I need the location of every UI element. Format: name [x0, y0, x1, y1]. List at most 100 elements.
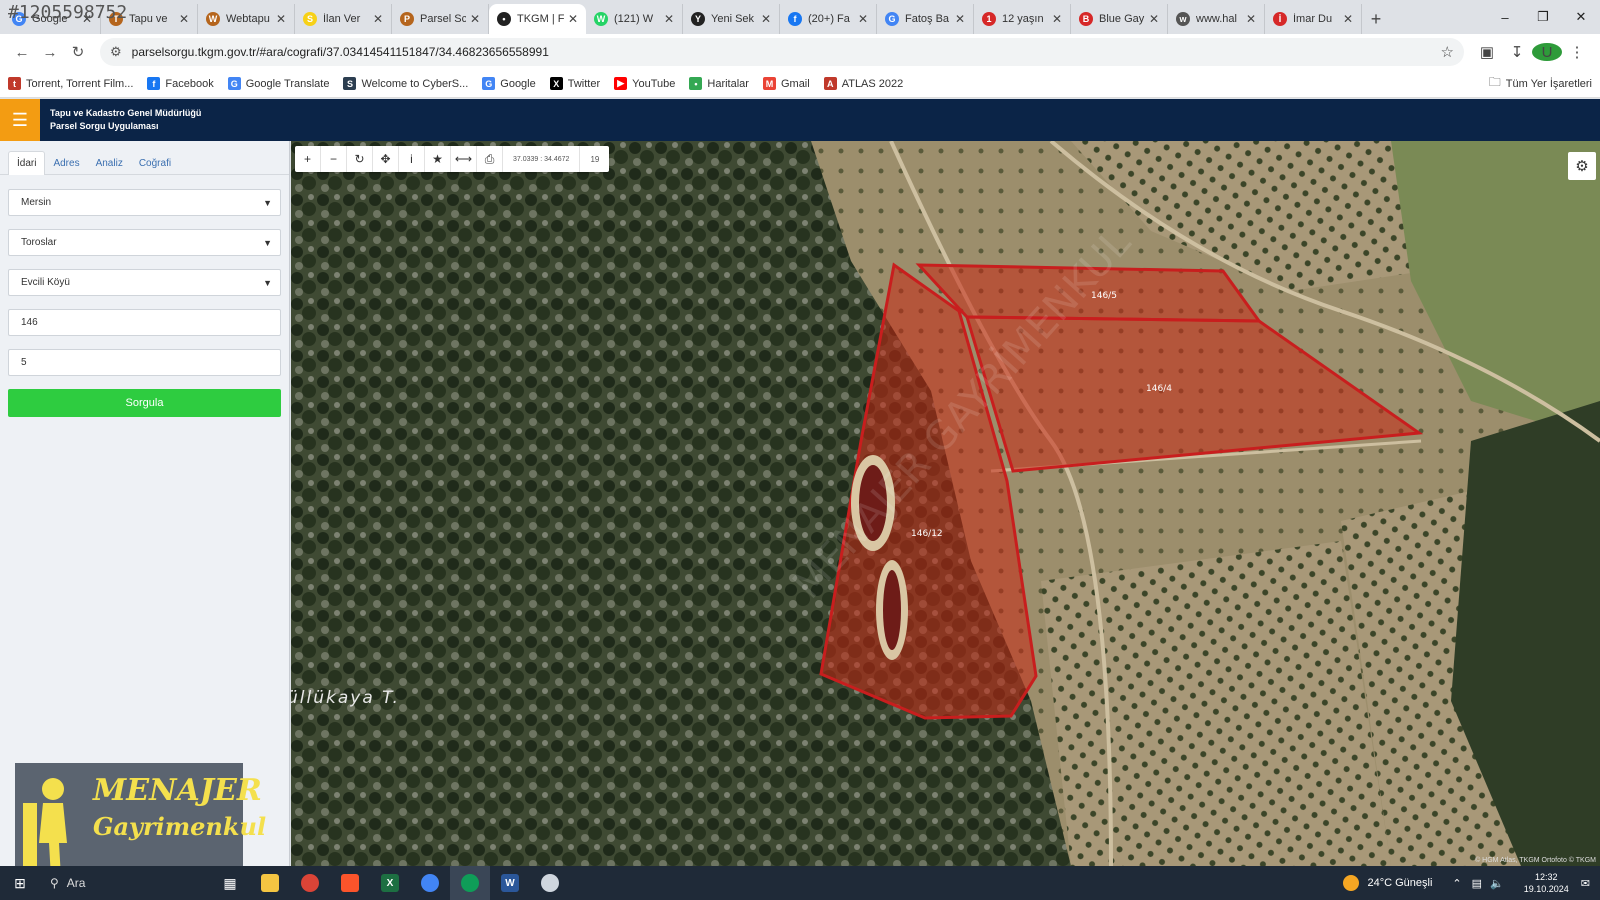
back-icon[interactable]: ← — [8, 38, 36, 66]
print-icon[interactable]: ⎙ — [477, 146, 503, 172]
browser-tab[interactable]: W (121) W ✕ — [586, 4, 683, 34]
zoom-in-icon[interactable]: + — [295, 146, 321, 172]
url-input[interactable]: ⚙ parselsorgu.tkgm.gov.tr/#ara/cografi/3… — [100, 38, 1464, 66]
weather-widget[interactable]: 24°C Güneşli — [1343, 875, 1432, 891]
close-tab-icon[interactable]: ✕ — [858, 12, 868, 26]
clock[interactable]: 12:32 19.10.2024 — [1524, 871, 1569, 895]
chevron-down-icon: ▼ — [263, 237, 272, 248]
browser-tab[interactable]: Y Yeni Sek ✕ — [683, 4, 780, 34]
taskbar-search[interactable]: ⚲ Ara — [40, 866, 210, 900]
map-toolbar: + − ↻ ✥ i ★ ⟷ ⎙ 37.0339 : 34.4672 19 — [295, 146, 610, 172]
ilce-select[interactable]: Toroslar ▼ — [8, 229, 281, 256]
bookmark-label: YouTube — [632, 77, 676, 90]
browser-tab[interactable]: f (20+) Fa ✕ — [780, 4, 877, 34]
listing-id-overlay: #1205598752 — [8, 2, 128, 23]
close-tab-icon[interactable]: ✕ — [761, 12, 771, 26]
file-explorer-icon[interactable] — [250, 866, 290, 900]
browser-menu-icon[interactable]: ⋮ — [1562, 43, 1592, 61]
close-tab-icon[interactable]: ✕ — [470, 12, 480, 26]
news-icon: B — [1079, 12, 1093, 26]
excel-icon[interactable]: X — [370, 866, 410, 900]
volume-icon[interactable]: 🔈 — [1490, 877, 1504, 890]
chevron-down-icon: ▼ — [263, 277, 272, 288]
close-tab-icon[interactable]: ✕ — [276, 12, 286, 26]
new-tab-button[interactable]: + — [1362, 4, 1390, 34]
forward-icon[interactable]: → — [36, 38, 64, 66]
bookmark-item[interactable]: f Facebook — [147, 77, 214, 90]
task-view-icon[interactable]: ▦ — [210, 866, 250, 900]
chrome-active-icon[interactable] — [450, 866, 490, 900]
app-icon[interactable] — [530, 866, 570, 900]
browser-tab[interactable]: w www.hal ✕ — [1168, 4, 1265, 34]
bookmark-item[interactable]: • Haritalar — [689, 77, 749, 90]
bookmark-item[interactable]: X Twitter — [549, 77, 600, 90]
bookmark-item[interactable]: ▶ YouTube — [614, 77, 675, 90]
il-select[interactable]: Mersin ▼ — [8, 189, 281, 216]
site-settings-icon[interactable]: ⚙ — [110, 44, 122, 60]
all-bookmarks-button[interactable]: 🗀 Tüm Yer İşaretleri — [1489, 73, 1592, 94]
bookmark-star-icon[interactable]: ☆ — [1441, 43, 1454, 61]
bookmark-item[interactable]: G Google — [482, 77, 536, 90]
restore-icon[interactable]: ❐ — [1524, 0, 1562, 34]
close-tab-icon[interactable]: ✕ — [373, 12, 383, 26]
gear-icon[interactable]: ⚙ — [1568, 152, 1596, 180]
satellite-map[interactable]: MENAJER GAYRİMENKUL 146/5 146/4 146/12 ü… — [291, 141, 1600, 866]
close-tab-icon[interactable]: ✕ — [179, 12, 189, 26]
sorgula-button[interactable]: Sorgula — [8, 389, 281, 417]
hamburger-menu-icon[interactable]: ☰ — [0, 99, 40, 141]
mahalle-select[interactable]: Evcili Köyü ▼ — [8, 269, 281, 296]
close-tab-icon[interactable]: ✕ — [1343, 12, 1353, 26]
browser-tab[interactable]: • TKGM | F ✕ — [489, 4, 586, 34]
close-tab-icon[interactable]: ✕ — [955, 12, 965, 26]
download-icon[interactable]: ↧ — [1502, 43, 1532, 61]
brave-icon[interactable] — [330, 866, 370, 900]
close-tab-icon[interactable]: ✕ — [1149, 12, 1159, 26]
browser-tab[interactable]: G Fatoş Ba ✕ — [877, 4, 974, 34]
bookmark-item[interactable]: t Torrent, Torrent Film... — [8, 77, 133, 90]
windows-start-icon[interactable]: ⊞ — [0, 866, 40, 900]
bookmark-item[interactable]: A ATLAS 2022 — [823, 77, 903, 90]
sidebar-tab[interactable]: İdari — [8, 151, 46, 175]
chrome-icon[interactable] — [290, 866, 330, 900]
profile-avatar[interactable]: U — [1532, 43, 1562, 61]
close-tab-icon[interactable]: ✕ — [664, 12, 674, 26]
close-window-icon[interactable]: ✕ — [1562, 0, 1600, 34]
parsel-input[interactable]: 5 — [8, 349, 281, 376]
close-tab-icon[interactable]: ✕ — [1246, 12, 1256, 26]
notification-icon[interactable]: ✉ — [1581, 877, 1590, 890]
network-icon[interactable]: ▤ — [1472, 877, 1482, 890]
sidebar-tab[interactable]: Adres — [45, 151, 87, 175]
bookmark-item[interactable]: G Google Translate — [227, 77, 329, 90]
bookmark-label: Google — [500, 77, 536, 90]
browser-tab[interactable]: İ İmar Du ✕ — [1265, 4, 1362, 34]
favorite-star-icon[interactable]: ★ — [425, 146, 451, 172]
ada-input[interactable]: 146 — [8, 309, 281, 336]
browser-tab[interactable]: P Parsel Sc ✕ — [392, 4, 489, 34]
extensions-icon[interactable]: ▣ — [1472, 43, 1502, 61]
minimize-icon[interactable]: – — [1486, 0, 1524, 34]
info-icon[interactable]: i — [399, 146, 425, 172]
locate-icon[interactable]: ✥ — [373, 146, 399, 172]
zoom-out-icon[interactable]: − — [321, 146, 347, 172]
reload-icon[interactable]: ↻ — [64, 38, 92, 66]
close-tab-icon[interactable]: ✕ — [568, 12, 578, 26]
parsel-value: 5 — [21, 357, 27, 368]
sidebar-tab[interactable]: Analiz — [88, 151, 131, 175]
map-canvas: MENAJER GAYRİMENKUL 146/5 146/4 146/12 ü… — [291, 141, 1600, 866]
chevron-up-icon[interactable]: ⌃ — [1452, 877, 1461, 890]
browser-tab[interactable]: B Blue Gay ✕ — [1071, 4, 1168, 34]
query-sidebar: İdari Adres Analiz Coğrafi Mersin ▼ Torosla… — [0, 141, 290, 866]
whatsapp-icon: W — [594, 12, 608, 26]
bookmark-item[interactable]: S Welcome to CyberS... — [343, 77, 468, 90]
close-tab-icon[interactable]: ✕ — [1052, 12, 1062, 26]
refresh-icon[interactable]: ↻ — [347, 146, 373, 172]
browser-tab[interactable]: S İlan Ver ✕ — [295, 4, 392, 34]
measure-icon[interactable]: ⟷ — [451, 146, 477, 172]
tab-list: G Google ✕ T Tapu ve ✕ W Webtapu ✕ S İlan Ver ✕ P Par… — [4, 0, 1362, 34]
browser-tab[interactable]: W Webtapu ✕ — [198, 4, 295, 34]
chrome-profile-icon[interactable] — [410, 866, 450, 900]
bookmark-item[interactable]: M Gmail — [762, 77, 810, 90]
sidebar-tab[interactable]: Coğrafi — [131, 151, 179, 175]
word-icon[interactable]: W — [490, 866, 530, 900]
browser-tab[interactable]: 1 12 yaşın ✕ — [974, 4, 1071, 34]
